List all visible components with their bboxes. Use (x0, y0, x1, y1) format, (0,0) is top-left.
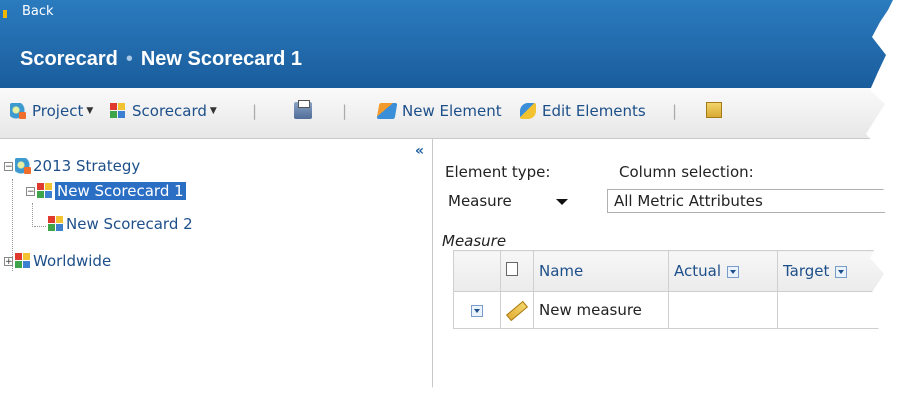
toolbar-overflow-button[interactable] (706, 102, 728, 118)
tree-node-label: New Scorecard 2 (66, 215, 193, 233)
element-type-label: Element type: (445, 163, 551, 181)
title-separator: • (125, 48, 133, 70)
tree-node-label-selected: New Scorecard 1 (55, 182, 186, 200)
chevron-down-icon: ▼ (86, 106, 94, 116)
project-icon (10, 103, 26, 119)
element-type-value: Measure (448, 192, 512, 210)
column-header-target[interactable]: Target (777, 250, 893, 292)
scorecard-icon (110, 103, 126, 119)
tree-node-worldwide[interactable]: + Worldwide (4, 252, 111, 270)
toolbar-separator: | (342, 102, 348, 120)
column-menu-icon[interactable] (835, 265, 848, 278)
chevron-down-icon (556, 199, 568, 205)
toolbar-separator: | (672, 102, 678, 120)
tree-connector (34, 226, 46, 227)
grid-section-title: Measure (442, 232, 507, 250)
toolbar: Project ▼ Scorecard ▼ | | New Element Ed… (0, 88, 893, 139)
table-row[interactable]: New measure (453, 291, 893, 329)
column-selection-label: Column selection: (619, 163, 754, 181)
measure-grid: Name Actual Target New measure (453, 250, 893, 329)
new-element-label: New Element (402, 102, 502, 120)
element-type-select[interactable]: Measure (445, 189, 579, 213)
measure-ruler-icon (506, 300, 528, 322)
page-title: Scorecard • New Scorecard 1 (20, 48, 302, 71)
column-header-type (500, 250, 534, 292)
edit-elements-label: Edit Elements (542, 102, 646, 120)
tree-node-label: Worldwide (33, 252, 112, 270)
collapse-toggle-icon[interactable]: − (26, 186, 35, 196)
row-menu-cell[interactable] (453, 291, 501, 329)
row-target-cell[interactable] (777, 291, 893, 329)
column-selection-select[interactable]: All Metric Attributes (607, 189, 893, 213)
row-name-cell[interactable]: New measure (533, 291, 669, 329)
report-icon (706, 102, 722, 118)
expand-toggle-icon[interactable]: + (4, 256, 13, 266)
scorecard-icon (15, 253, 31, 269)
scorecard-icon (37, 183, 53, 199)
tree-node-strategy[interactable]: − 2013 Strategy (4, 157, 140, 175)
edit-elements-icon (520, 103, 536, 119)
column-header-name[interactable]: Name (533, 250, 669, 292)
chevron-down-icon: ▼ (209, 106, 217, 116)
new-element-button[interactable]: New Element (376, 102, 502, 120)
printer-icon (294, 100, 312, 119)
tree-node-label: 2013 Strategy (33, 157, 141, 175)
project-icon (15, 158, 31, 174)
header-bar: Back Scorecard • New Scorecard 1 (0, 0, 893, 88)
column-menu-icon[interactable] (727, 265, 739, 278)
project-menu-label: Project (32, 102, 84, 120)
print-button[interactable] (294, 100, 318, 119)
scorecard-menu-button[interactable]: Scorecard ▼ (110, 102, 217, 120)
tree-node-scorecard-1[interactable]: − New Scorecard 1 (26, 182, 186, 200)
column-header-actual[interactable]: Actual (668, 250, 778, 292)
new-element-icon (376, 103, 398, 119)
title-scorecard: New Scorecard 1 (140, 48, 303, 70)
collapse-toggle-icon[interactable]: − (4, 161, 13, 171)
column-header-select (453, 250, 501, 292)
back-link[interactable]: Back (22, 4, 54, 19)
tree-connector (32, 203, 33, 227)
column-selection-value: All Metric Attributes (614, 192, 763, 210)
row-menu-icon[interactable] (471, 304, 483, 317)
element-editor: Element type: Column selection: Measure … (433, 139, 893, 394)
title-app: Scorecard (20, 48, 118, 70)
row-type-cell (500, 291, 534, 329)
grid-header-row: Name Actual Target (453, 250, 893, 292)
column-header-actual-label: Actual (674, 262, 721, 280)
row-actual-cell[interactable] (668, 291, 778, 329)
scorecard-icon (48, 216, 64, 232)
project-menu-button[interactable]: Project ▼ (10, 102, 93, 120)
column-header-name-label: Name (539, 262, 584, 280)
toolbar-separator: | (252, 102, 258, 120)
document-icon (506, 262, 518, 276)
scorecard-menu-label: Scorecard (132, 102, 207, 120)
tree-pane: − 2013 Strategy − New Scorecard 1 New Sc… (0, 139, 433, 394)
back-accent (3, 10, 7, 18)
screenshot-frame: Back Scorecard • New Scorecard 1 Project ▼… (0, 0, 893, 394)
column-header-target-label: Target (783, 262, 830, 280)
collapse-pane-button[interactable]: « (415, 143, 424, 159)
edit-elements-button[interactable]: Edit Elements (520, 102, 646, 120)
tree-node-scorecard-2[interactable]: New Scorecard 2 (48, 215, 193, 233)
